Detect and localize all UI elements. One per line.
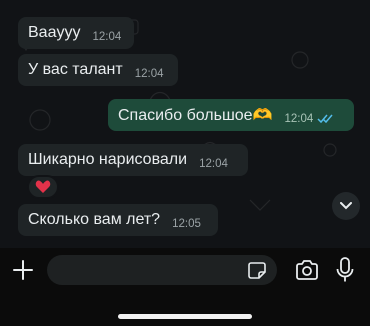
home-bar-area <box>0 292 370 326</box>
message-text: Шикарно нарисовали <box>28 151 188 168</box>
sticker-icon[interactable] <box>247 260 267 280</box>
plus-icon[interactable] <box>11 258 35 282</box>
message-bubble[interactable]: У вас талант 12:04 <box>18 54 178 86</box>
message-composer <box>0 248 370 292</box>
message-text: Вaayyy <box>28 24 81 41</box>
reaction-badge[interactable] <box>27 175 59 199</box>
camera-icon[interactable] <box>295 259 319 281</box>
message-time: 12:04 <box>92 31 122 43</box>
message-text: У вас талант <box>28 61 123 78</box>
message-time: 12:04 <box>199 158 228 170</box>
heart-icon <box>35 180 51 193</box>
home-indicator[interactable] <box>118 314 252 319</box>
message-input[interactable] <box>47 255 277 285</box>
message-text: Спасибо большое🫶 <box>118 107 273 124</box>
chevron-down-icon <box>340 202 352 210</box>
scroll-to-bottom-button[interactable] <box>332 192 360 220</box>
message-bubble[interactable]: Шикарно нарисовали 12:04 <box>18 144 248 176</box>
message-bubble[interactable]: Спасибо большое🫶 12:04 <box>108 99 354 131</box>
microphone-icon[interactable] <box>336 257 354 283</box>
chat-area: Вaayyy 12:04 У вас талант 12:04 Спасибо … <box>0 0 370 248</box>
read-ticks-icon <box>317 114 333 124</box>
message-time: 12:04 <box>284 113 314 125</box>
message-text: Сколько вам лет? <box>28 211 161 228</box>
message-time: 12:04 <box>134 68 164 80</box>
message-time: 12:05 <box>172 218 201 230</box>
message-bubble[interactable]: Сколько вам лет? 12:05 <box>18 204 218 236</box>
message-bubble[interactable]: Вaayyy 12:04 <box>18 17 134 49</box>
